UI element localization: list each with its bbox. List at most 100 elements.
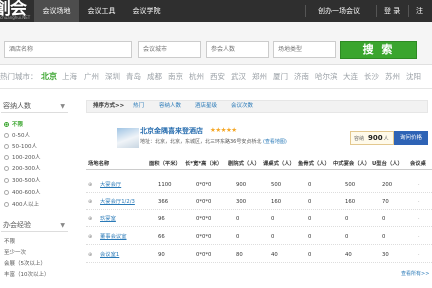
login-link[interactable]: 登 录 [384,0,400,22]
view-all-link[interactable]: 查看所有>> [401,270,429,277]
venue-name-link[interactable]: 董事会议室 [100,229,127,245]
capacity-option[interactable]: 不限 [4,121,23,129]
experience-option[interactable]: 至少一次 [4,249,26,257]
venue-table-header: 场地名称 面积（平米） 长*宽*高（米） 剧院式（人） 课桌式（人） 鱼骨式（人… [86,158,432,170]
capacity-unit: 人 [383,136,389,142]
city-link[interactable]: 深圳 [105,70,120,84]
radio-icon [4,177,9,183]
hotel-thumbnail[interactable] [117,128,139,148]
city-link[interactable]: 成都 [147,70,162,84]
capacity-option[interactable]: 400人以上 [4,201,39,209]
chevron-down-icon: ▼ [60,222,65,229]
nav-divider [408,5,409,17]
capacity-option[interactable]: 0-50人 [4,132,30,140]
column-header: 长*宽*高（米） [185,161,223,167]
add-icon[interactable]: ⊕ [88,229,92,245]
capacity-option[interactable]: 50-100人 [4,143,37,151]
experience-option[interactable]: 不限 [4,238,15,246]
table-row: ⊕ 玖宴室 96 0*0*0 0 0 0 0 0 · [86,211,432,227]
sort-bar: 排序方式>> 热门 容纳人数 酒店星级 会议次数 [86,100,428,113]
city-link[interactable]: 哈尔滨 [315,70,338,84]
add-icon[interactable]: ⊕ [88,247,92,263]
city-link[interactable]: 上海 [62,70,77,84]
city-link[interactable]: 南京 [168,70,183,84]
venue-name-link[interactable]: 大宴会厅 [100,177,121,193]
capacity-filter-title: 容纳人数 [3,102,31,110]
city-link[interactable]: 广州 [84,70,99,84]
radio-icon [4,201,9,207]
sort-label: 排序方式>> [93,103,125,109]
city-link[interactable]: 郑州 [252,70,267,84]
capacity-option[interactable]: 100-200人 [4,154,40,162]
nav-academy[interactable]: 会议学院 [124,0,169,22]
city-link[interactable]: 青岛 [126,70,141,84]
hotel-address-text: 地址：北京，北京，东城区，北三环东路36号安贞桥北 [140,139,262,145]
radio-icon [4,165,9,171]
sort-option-meetings[interactable]: 会议次数 [231,101,253,112]
city-link[interactable]: 苏州 [385,70,400,84]
capacity-filter-header[interactable]: 容纳人数 ▼ [1,100,68,113]
sort-option-hot[interactable]: 热门 [133,101,144,112]
ask-price-button[interactable]: 询问价格 [394,131,428,145]
divider [0,88,432,89]
add-icon[interactable]: ⊕ [88,177,92,193]
table-row: ⊕ 大宴会厅 1100 0*0*0 900 500 0 500 200 · [86,177,432,193]
top-nav-bar: 創会 chuanghui.NET 会议场地 会议工具 会议学院 创办一场会议 登… [0,0,432,37]
venue-type-input[interactable] [273,41,336,58]
chevron-down-icon: ▼ [60,103,65,110]
logo-subtext: chuanghui.NET [0,15,31,20]
view-map-link[interactable]: (查看地图) [263,139,287,145]
city-link[interactable]: 西安 [210,70,225,84]
column-header: 面积（平米） [149,161,181,167]
experience-option[interactable]: 丰富（10次以上） [4,271,50,279]
column-header: 中式宴会（人） [333,161,371,167]
city-link[interactable]: 杭州 [189,70,204,84]
table-row: ⊕ 大宴会厅1/2/3 366 0*0*0 300 160 0 160 70 · [86,194,432,210]
site-logo[interactable]: 創会 chuanghui.NET [0,0,32,22]
attendees-input[interactable] [206,41,269,58]
city-current[interactable]: 北京 [41,70,57,84]
experience-option[interactable]: 会展（5次以上） [4,260,46,268]
capacity-box: 容纳 900人 [350,131,394,145]
hotel-address: 地址：北京，北京，东城区，北三环东路36号安贞桥北 (查看地图) [140,138,287,146]
city-link[interactable]: 厦门 [273,70,288,84]
table-row: ⊕ 会议室1 90 0*0*0 80 40 0 40 30 · [86,247,432,263]
sort-option-stars[interactable]: 酒店星级 [195,101,217,112]
nav-divider [305,5,306,17]
table-row: ⊕ 董事会议室 66 0*0*0 0 0 0 0 0 · [86,229,432,245]
city-link[interactable]: 长沙 [364,70,379,84]
post-meeting-button[interactable]: 创办一场会议 [318,0,360,22]
experience-filter-header[interactable]: 办会经验 ▼ [1,219,68,232]
add-icon[interactable]: ⊕ [88,211,92,227]
capacity-value: 900 [368,134,383,142]
column-header: 剧院式（人） [228,161,260,167]
venue-name-link[interactable]: 会议室1 [100,247,119,263]
capacity-option[interactable]: 200-300人 [4,165,40,173]
capacity-option[interactable]: 300-500人 [4,177,40,185]
capacity-option[interactable]: 400-600人 [4,189,40,197]
city-input[interactable] [138,41,201,58]
venue-name-link[interactable]: 大宴会厅1/2/3 [100,194,135,210]
nav-venues[interactable]: 会议场地 [34,0,79,22]
search-button[interactable]: 搜 索 [340,41,417,59]
city-link[interactable]: 武汉 [231,70,246,84]
hotel-name[interactable]: 北京金隅喜来登酒店 [140,127,203,136]
star-rating-icon: ★★★★★ [210,126,237,134]
radio-icon [4,132,9,138]
capacity-label: 容纳 [354,136,365,142]
column-header: 会议桌 [410,161,426,167]
column-header: 场地名称 [88,161,110,167]
radio-icon [4,189,9,195]
city-link[interactable]: 大连 [343,70,358,84]
venue-name-input[interactable] [4,41,132,58]
city-link[interactable]: 沈阳 [406,70,421,84]
radio-icon [4,143,9,149]
nav-tools[interactable]: 会议工具 [79,0,124,22]
register-link[interactable]: 注 册 [416,0,432,37]
venue-name-link[interactable]: 玖宴室 [100,211,116,227]
sort-option-capacity[interactable]: 容纳人数 [159,101,181,112]
city-link[interactable]: 济南 [294,70,309,84]
hot-cities-label: 热门城市： [0,72,38,81]
add-icon[interactable]: ⊕ [88,194,92,210]
radio-icon [4,154,9,160]
